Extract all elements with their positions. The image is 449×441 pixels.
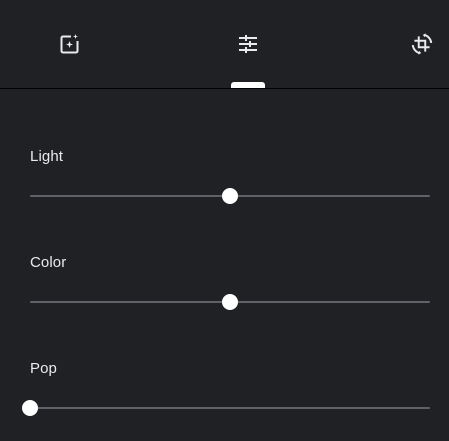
color-slider[interactable] — [30, 292, 430, 312]
slider-label-pop: Pop — [30, 360, 57, 377]
crop-rotate-icon — [411, 33, 433, 55]
tab-crop[interactable] — [400, 22, 444, 66]
slider-label-light: Light — [30, 148, 64, 165]
adjust-panel: Light Color Pop — [0, 89, 449, 441]
slider-thumb[interactable] — [222, 188, 238, 204]
editor-tab-bar — [0, 0, 449, 89]
tab-suggestions[interactable] — [48, 22, 92, 66]
slider-thumb[interactable] — [22, 400, 38, 416]
slider-track — [30, 407, 430, 409]
active-tab-indicator — [231, 82, 265, 88]
light-slider[interactable] — [30, 186, 430, 206]
tune-sliders-icon — [239, 35, 257, 53]
auto-fix-icon — [60, 34, 79, 54]
slider-label-color: Color — [30, 254, 67, 271]
pop-slider[interactable] — [22, 398, 430, 418]
tab-adjust[interactable] — [226, 22, 270, 66]
slider-thumb[interactable] — [222, 294, 238, 310]
